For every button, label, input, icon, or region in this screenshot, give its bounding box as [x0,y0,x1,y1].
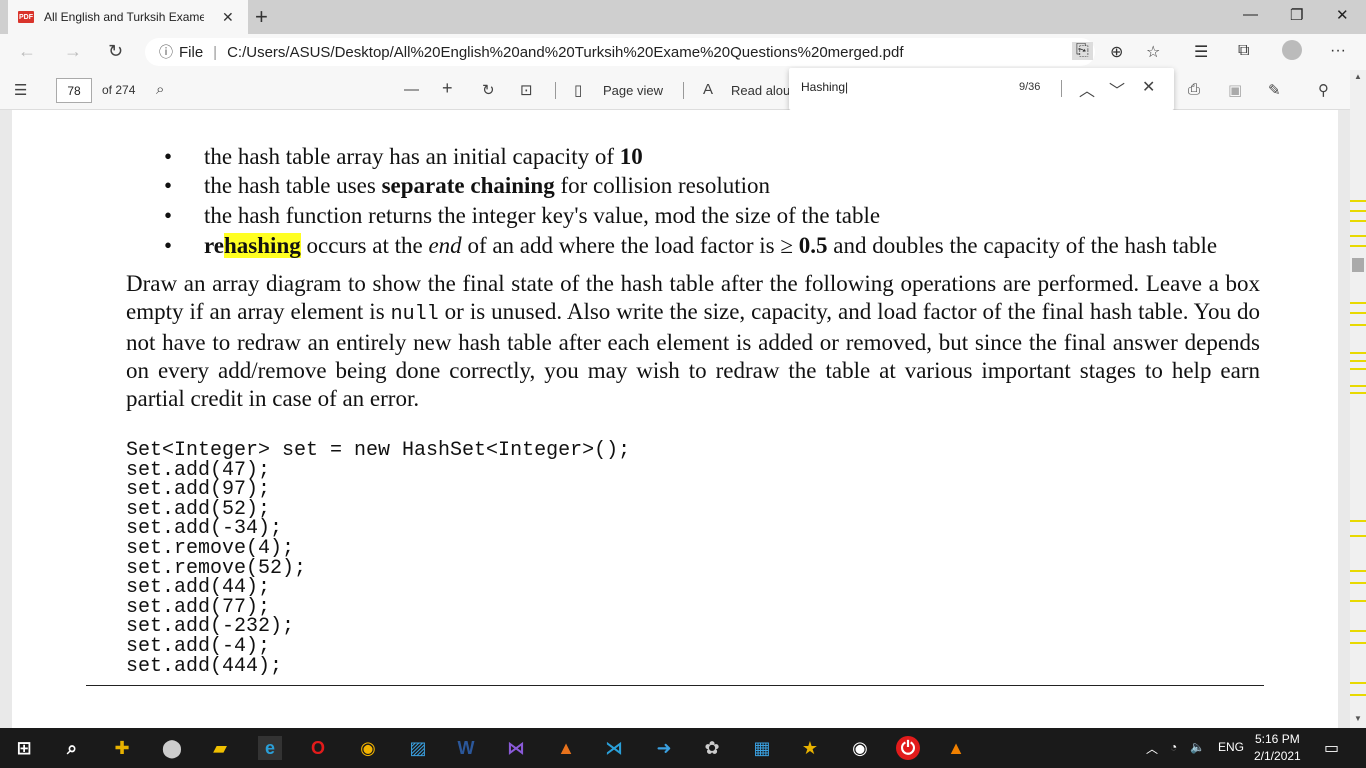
pdf-icon: PDF [18,11,34,23]
scroll-up-icon[interactable]: ▲ [1354,72,1362,81]
opera-icon[interactable]: O [306,736,330,760]
tab-bar: PDF All English and Turksih Exame Q ✕ + … [0,0,1366,34]
address-bar: ← → ↻ ⓘ File | C:/Users/ASUS/Desktop/All… [0,34,1366,70]
power-icon[interactable]: ⏻ [896,736,920,760]
close-window-icon[interactable]: ✕ [1336,6,1349,24]
pdf-viewer[interactable]: • the hash table array has an initial cap… [0,110,1350,728]
url-text: C:/Users/ASUS/Desktop/All%20English%20an… [227,43,904,61]
save-as-icon[interactable]: ✎ [1268,81,1281,99]
close-find-icon[interactable]: ✕ [1142,77,1155,97]
tab-title: All English and Turksih Exame Q [44,10,204,24]
browser-tab[interactable]: PDF All English and Turksih Exame Q ✕ [8,0,248,34]
url-separator: | [213,43,218,61]
forward-icon[interactable]: → [64,41,82,62]
search-highlight: hashing [224,233,301,258]
vscode-icon[interactable]: ⋊ [602,736,626,760]
word-icon[interactable]: W [454,736,478,760]
pin-icon[interactable]: ⚲ [1318,81,1329,99]
app-icon[interactable]: ▦ [750,736,774,760]
url-prefix: File [179,43,204,61]
read-aloud-icon: A [703,81,714,98]
bullet-item: • rehashing occurs at the end of an add w… [164,233,1218,258]
search-icon[interactable]: ⌕ [60,736,84,760]
search-icon[interactable]: ⌕ [156,81,164,98]
record-icon[interactable]: ◉ [848,736,872,760]
photos-icon[interactable]: ▨ [406,736,430,760]
contents-icon[interactable]: ☰ [14,81,27,99]
app-icon[interactable]: ➜ [652,736,676,760]
paint-icon[interactable]: ✿ [700,736,724,760]
read-aloud-button[interactable]: Read alou [731,83,790,98]
visual-studio-icon[interactable]: ⋈ [504,736,528,760]
scrollbar[interactable]: ▲ ▼ [1350,70,1366,728]
notifications-icon[interactable]: ▭ [1324,738,1339,758]
app-icon[interactable]: ✚ [110,736,134,760]
find-input[interactable]: Hashing| [801,80,848,94]
bullet-item: • the hash function returns the integer k… [164,203,881,228]
pdf-page: • the hash table array has an initial cap… [12,110,1338,728]
rotate-icon[interactable]: ↻ [482,81,495,99]
page-rule [86,685,1264,686]
page-number-input[interactable]: 78 [56,78,92,103]
vlc-icon[interactable]: ▲ [944,736,968,760]
chevron-up-icon[interactable]: ︿ [1079,77,1095,101]
matlab-icon[interactable]: ▲ [554,736,578,760]
page-view-icon: ▯ [574,82,583,99]
close-tab-icon[interactable]: ✕ [222,9,234,26]
edge-icon[interactable]: e [258,736,282,760]
app-icon[interactable]: ★ [798,736,822,760]
clock[interactable]: 5:16 PM 2/1/2021 [1254,731,1301,765]
page-view-button[interactable]: Page view [603,83,663,98]
collections-icon[interactable]: ⧉ [1238,42,1249,60]
new-tab-icon[interactable]: + [255,4,268,30]
favorites-icon[interactable]: ☰ [1194,42,1208,62]
toolbar-divider [555,82,556,99]
url-field[interactable]: ⓘ File | C:/Users/ASUS/Desktop/All%20Eng… [145,38,1095,66]
language-indicator[interactable]: ENG [1218,740,1244,754]
refresh-icon[interactable]: ↻ [108,41,123,62]
zoom-icon[interactable]: ⊕ [1110,42,1123,62]
avatar[interactable] [1282,40,1302,60]
taskbar: ⊞ ⌕ ✚ ⬤ ▰ e O ◉ ▨ W ⋈ ▲ ⋊ ➜ ✿ ▦ ★ ◉ ⏻ ▲ … [0,728,1366,768]
file-explorer-icon[interactable]: ▰ [208,736,232,760]
chrome-icon[interactable]: ◉ [356,736,380,760]
back-icon[interactable]: ← [18,41,36,62]
app-icon[interactable]: ⬤ [160,736,184,760]
zoom-in-icon[interactable]: + [442,78,453,99]
restore-icon[interactable]: ❐ [1290,6,1303,24]
volume-icon[interactable]: 🔈 [1190,740,1205,754]
windows-start-icon[interactable]: ⊞ [12,736,36,760]
translate-icon[interactable]: ⎘ [1072,42,1093,60]
chevron-up-icon[interactable]: ︿ [1146,740,1158,757]
bullet-item: • the hash table uses separate chaining f… [164,173,770,198]
scroll-down-icon[interactable]: ▼ [1354,714,1362,723]
find-bar: Hashing| 9/36 ︿ ﹀ ✕ [789,68,1174,110]
fit-page-icon[interactable]: ⊡ [520,81,533,99]
info-icon: ⓘ [159,44,173,60]
minimize-icon[interactable]: — [1243,6,1258,23]
bullet-item: • the hash table array has an initial cap… [164,144,643,169]
save-icon[interactable]: ▣ [1228,81,1242,99]
add-favorite-icon[interactable]: ☆ [1146,42,1160,62]
zoom-out-icon[interactable]: — [404,81,419,98]
chevron-down-icon[interactable]: ﹀ [1109,77,1125,101]
scroll-thumb[interactable] [1352,258,1364,272]
instructions-paragraph: Draw an array diagram to show the final … [126,271,1260,411]
code-block: Set<Integer> set = new HashSet<Integer>(… [126,439,631,678]
page-total: of 274 [102,83,136,97]
toolbar-divider [683,82,684,99]
find-count: 9/36 [1019,81,1041,93]
find-divider [1061,80,1062,97]
more-icon[interactable]: ··· [1330,42,1346,60]
print-icon[interactable]: ⎙ [1188,81,1200,98]
wifi-icon[interactable]: ◔ [1170,740,1177,754]
